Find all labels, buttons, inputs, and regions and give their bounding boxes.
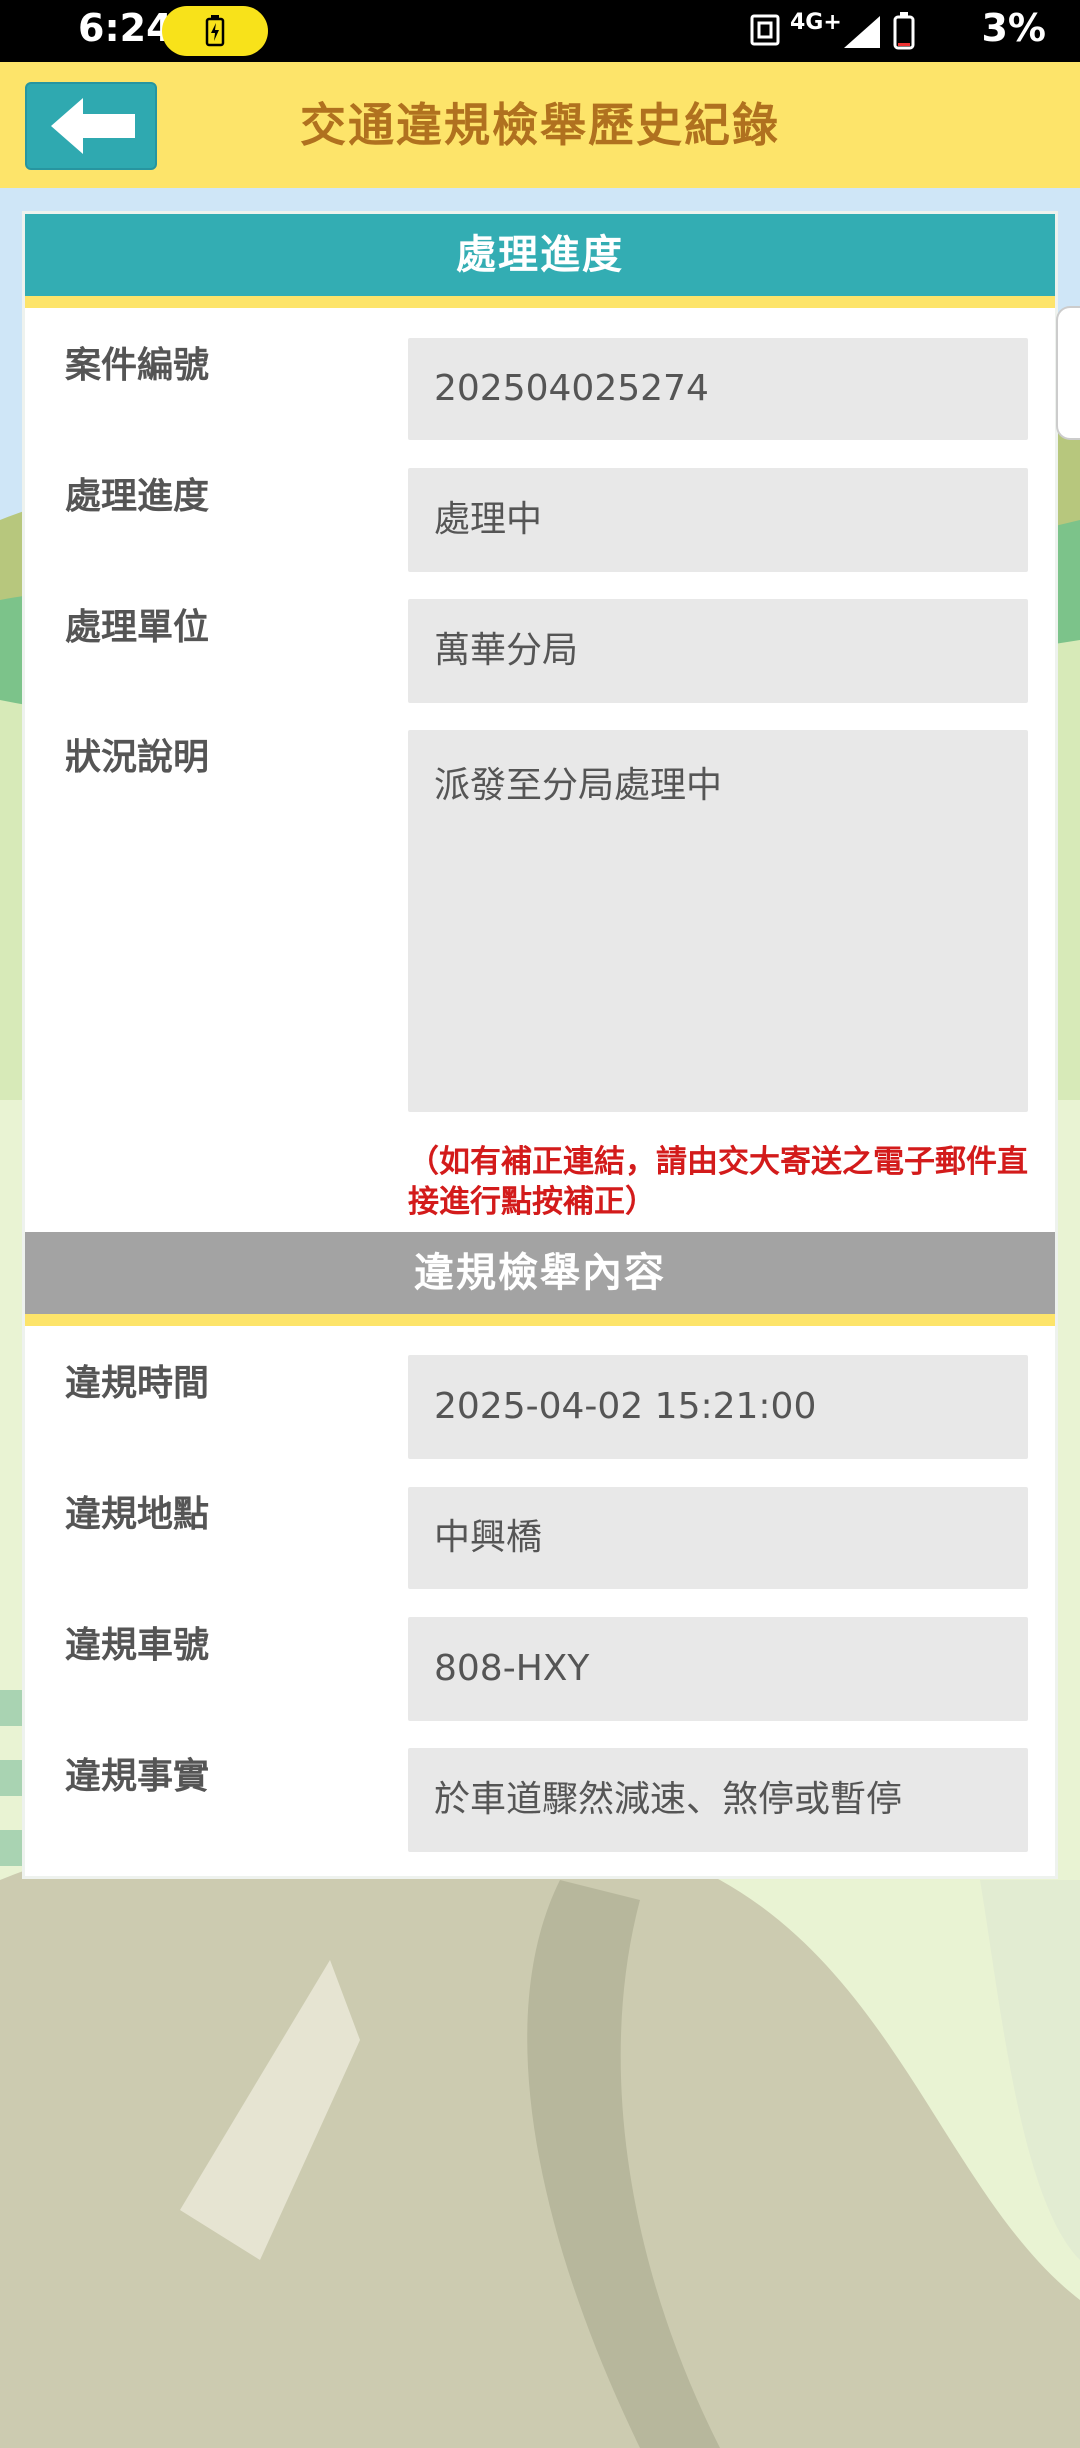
correction-notice: （如有補正連結，請由交大寄送之電子郵件直接進行點按補正） bbox=[408, 1144, 1028, 1220]
violation-location-label: 違規地點 bbox=[65, 1494, 210, 1535]
page-title: 交通違規檢舉歷史紀錄 bbox=[300, 98, 780, 152]
battery-charging-icon bbox=[205, 15, 225, 47]
plate-number-label: 違規車號 bbox=[65, 1625, 210, 1666]
signal-icon bbox=[844, 16, 880, 48]
status-icons: 4G+ 3% bbox=[750, 0, 1080, 62]
case-number-field: 202504025274 bbox=[408, 338, 1028, 440]
violation-time-label: 違規時間 bbox=[65, 1363, 210, 1404]
violation-time-field: 2025-04-02 15:21:00 bbox=[408, 1355, 1028, 1459]
status-bar: 6:24 4G+ 3% bbox=[0, 0, 1080, 62]
violation-fact-label: 違規事實 bbox=[65, 1756, 210, 1797]
report-section-header: 違規檢舉內容 bbox=[25, 1232, 1055, 1326]
violation-location-field: 中興橋 bbox=[408, 1487, 1028, 1589]
charging-indicator bbox=[162, 6, 268, 56]
status-description-field: 派發至分局處理中 bbox=[408, 730, 1028, 1112]
network-type: 4G+ bbox=[790, 10, 842, 35]
nfc-icon bbox=[750, 14, 780, 46]
app-header: 交通違規檢舉歷史紀錄 bbox=[0, 62, 1080, 188]
plate-number-field: 808-HXY bbox=[408, 1617, 1028, 1721]
violation-fact-field: 於車道驟然減速、煞停或暫停 bbox=[408, 1748, 1028, 1852]
progress-section-header: 處理進度 bbox=[25, 214, 1055, 308]
case-number-label: 案件編號 bbox=[65, 345, 210, 386]
handling-unit-field: 萬華分局 bbox=[408, 599, 1028, 703]
status-description-label: 狀況說明 bbox=[65, 737, 210, 778]
side-drawer-handle[interactable] bbox=[1056, 306, 1080, 440]
arrow-left-icon bbox=[51, 98, 135, 154]
progress-status-label: 處理進度 bbox=[65, 476, 210, 517]
battery-percent: 3% bbox=[981, 6, 1046, 50]
record-card: 處理進度 案件編號 202504025274 處理進度 處理中 處理單位 萬華分… bbox=[25, 214, 1055, 1876]
battery-icon bbox=[893, 12, 915, 50]
handling-unit-label: 處理單位 bbox=[65, 607, 210, 648]
back-button[interactable] bbox=[25, 82, 157, 170]
progress-status-field: 處理中 bbox=[408, 468, 1028, 572]
status-time: 6:24 bbox=[78, 6, 173, 50]
